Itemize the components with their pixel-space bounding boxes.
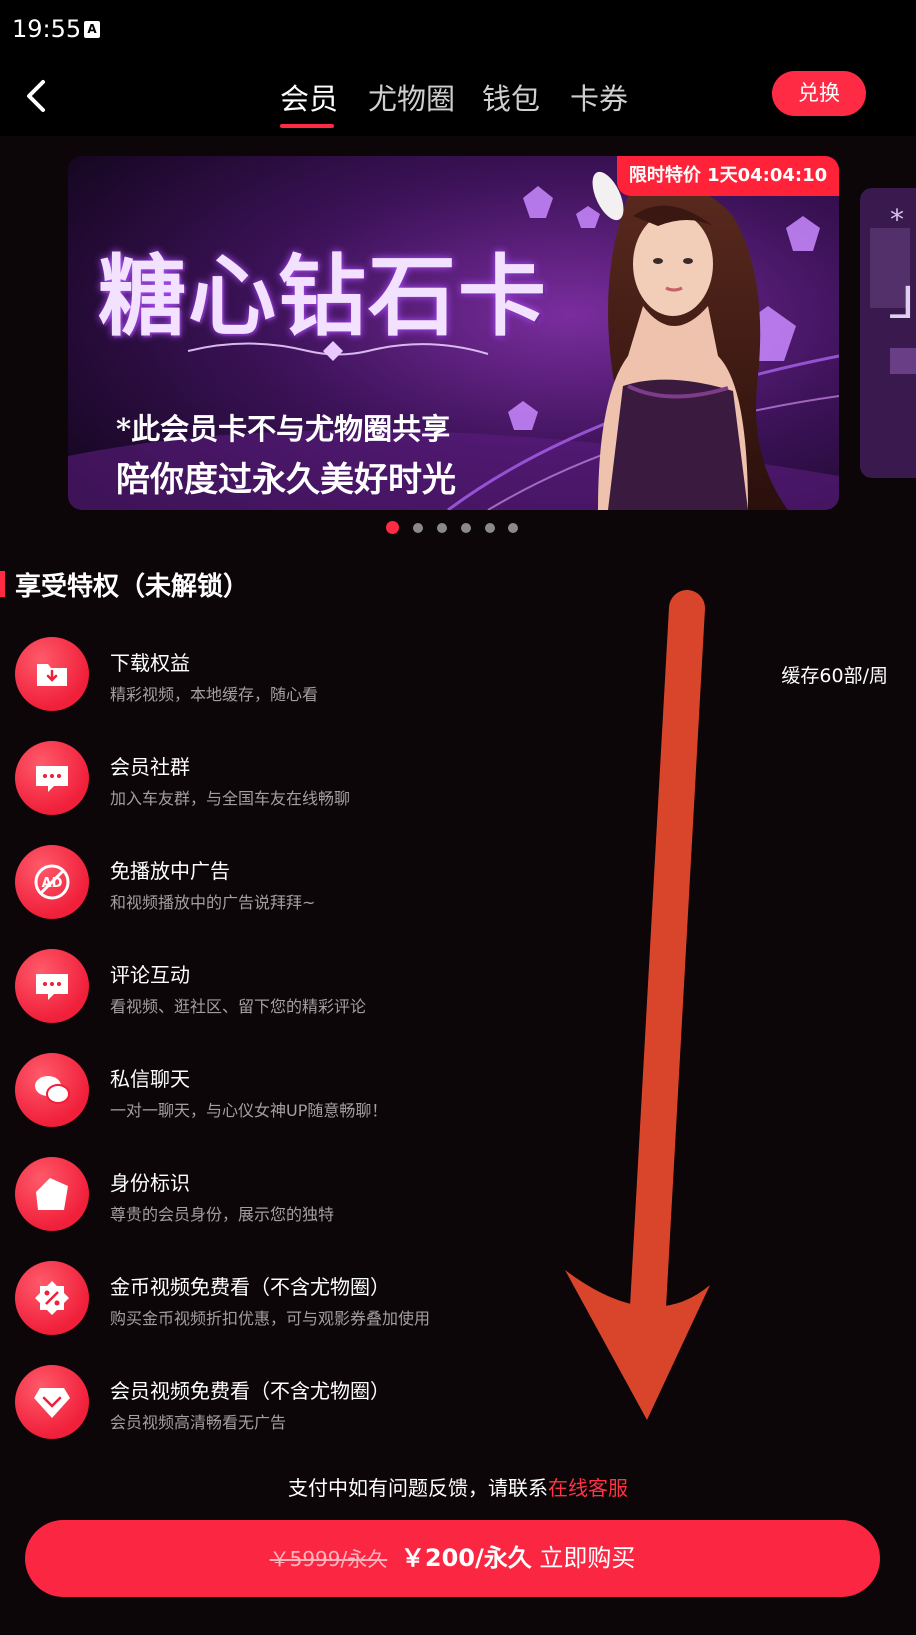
privilege-title: 评论互动 <box>110 963 190 987</box>
carousel-dot-active[interactable] <box>386 521 399 534</box>
download-quota: 缓存60部/周 <box>781 665 888 687</box>
back-arrow-icon[interactable] <box>18 76 58 116</box>
privilege-title: 金币视频免费看（不含尤物圈） <box>110 1275 390 1299</box>
active-tab-indicator <box>280 124 334 128</box>
top-nav: 会员 尤物圈 钱包 卡券 兑换 <box>0 62 916 136</box>
carousel-dot[interactable] <box>413 523 423 533</box>
privilege-title: 私信聊天 <box>110 1067 190 1091</box>
privilege-item-identity[interactable]: 身份标识 尊贵的会员身份，展示您的独特 <box>0 1157 916 1257</box>
status-bar: 19:55 A <box>0 0 916 62</box>
feedback-text: 支付中如有问题反馈，请联系 <box>288 1476 548 1500</box>
privilege-title: 身份标识 <box>110 1171 190 1195</box>
next-banner-artwork <box>860 188 916 478</box>
buy-action-label: 立即购买 <box>539 1544 636 1572</box>
privilege-item-private-chat[interactable]: 私信聊天 一对一聊天，与心仪女神UP随意畅聊！ <box>0 1053 916 1153</box>
privilege-desc: 精彩视频，本地缓存，随心看 <box>110 685 319 704</box>
carousel-dot[interactable] <box>461 523 471 533</box>
privilege-desc: 一对一聊天，与心仪女神UP随意畅聊！ <box>110 1101 388 1120</box>
carousel-dot[interactable] <box>508 523 518 533</box>
next-banner-text: * <box>890 203 904 236</box>
original-price: ￥5999/永久 <box>269 1547 388 1571</box>
privilege-desc: 和视频播放中的广告说拜拜~ <box>110 893 316 912</box>
privilege-desc: 加入车友群，与全国车友在线畅聊 <box>110 789 351 808</box>
privilege-item-download[interactable]: 下载权益 精彩视频，本地缓存，随心看 缓存60部/周 <box>0 637 916 737</box>
privilege-desc: 看视频、逛社区、留下您的精彩评论 <box>110 997 367 1016</box>
private-message-icon <box>15 1053 89 1127</box>
privileges-section-title: 享受特权（未解锁） <box>15 572 250 602</box>
carousel-dot[interactable] <box>437 523 447 533</box>
tab-coupons[interactable]: 卡券 <box>570 76 628 118</box>
privilege-item-member-video[interactable]: 会员视频免费看（不含尤物圈） 会员视频高清畅看无广告 <box>0 1365 916 1465</box>
banner-line2: 陪你度过永久美好时光 <box>116 460 456 500</box>
privilege-item-comments[interactable]: 评论互动 看视频、逛社区、留下您的精彩评论 <box>0 949 916 1049</box>
privilege-item-coin-video[interactable]: 金币视频免费看（不含尤物圈） 购买金币视频折扣优惠，可与观影券叠加使用 <box>0 1261 916 1361</box>
download-folder-icon <box>15 637 89 711</box>
privilege-title: 会员社群 <box>110 755 190 779</box>
chat-bubble-icon <box>15 741 89 815</box>
svg-text:AD: AD <box>42 876 63 891</box>
tab-wallet[interactable]: 钱包 <box>482 76 540 118</box>
privilege-desc: 尊贵的会员身份，展示您的独特 <box>110 1205 335 1224</box>
identity-badge-icon <box>15 1157 89 1231</box>
no-ad-icon: AD <box>15 845 89 919</box>
notification-icon: A <box>84 21 100 38</box>
section-accent-bar <box>0 571 5 597</box>
diamond-icon <box>15 1365 89 1439</box>
banner-line1: *此会员卡不与尤物圈共享 <box>116 412 451 446</box>
status-time: 19:55 <box>12 15 82 43</box>
privilege-title: 下载权益 <box>110 651 190 675</box>
redeem-button[interactable]: 兑换 <box>772 71 866 116</box>
privilege-item-community[interactable]: 会员社群 加入车友群，与全国车友在线畅聊 <box>0 741 916 841</box>
payment-feedback: 支付中如有问题反馈，请联系在线客服 <box>0 1472 916 1501</box>
tab-membership[interactable]: 会员 <box>280 76 338 118</box>
tab-youwu-circle[interactable]: 尤物圈 <box>368 76 455 118</box>
current-price: ￥200/永久 <box>400 1544 532 1572</box>
privilege-title: 免播放中广告 <box>110 859 230 883</box>
carousel-dot[interactable] <box>485 523 495 533</box>
privilege-desc: 购买金币视频折扣优惠，可与观影券叠加使用 <box>110 1309 431 1328</box>
privilege-desc: 会员视频高清畅看无广告 <box>110 1413 287 1432</box>
buy-now-button[interactable]: ￥5999/永久 ￥200/永久 立即购买 <box>25 1520 880 1597</box>
banner-title: 糖心钻石卡 <box>98 244 549 348</box>
limited-time-badge: 限时特价 1天04:04:10 <box>617 156 839 196</box>
privilege-title: 会员视频免费看（不含尤物圈） <box>110 1379 390 1403</box>
next-banner-char: ⅃ <box>890 278 915 329</box>
online-service-link[interactable]: 在线客服 <box>548 1476 628 1500</box>
discount-badge-icon <box>15 1261 89 1335</box>
next-banner-preview[interactable]: * ⅃ <box>860 188 916 478</box>
comment-icon <box>15 949 89 1023</box>
membership-banner[interactable]: 糖心钻石卡 *此会员卡不与尤物圈共享 陪你度过永久美好时光 <box>68 156 839 510</box>
privilege-item-no-ads[interactable]: AD 免播放中广告 和视频播放中的广告说拜拜~ <box>0 845 916 945</box>
